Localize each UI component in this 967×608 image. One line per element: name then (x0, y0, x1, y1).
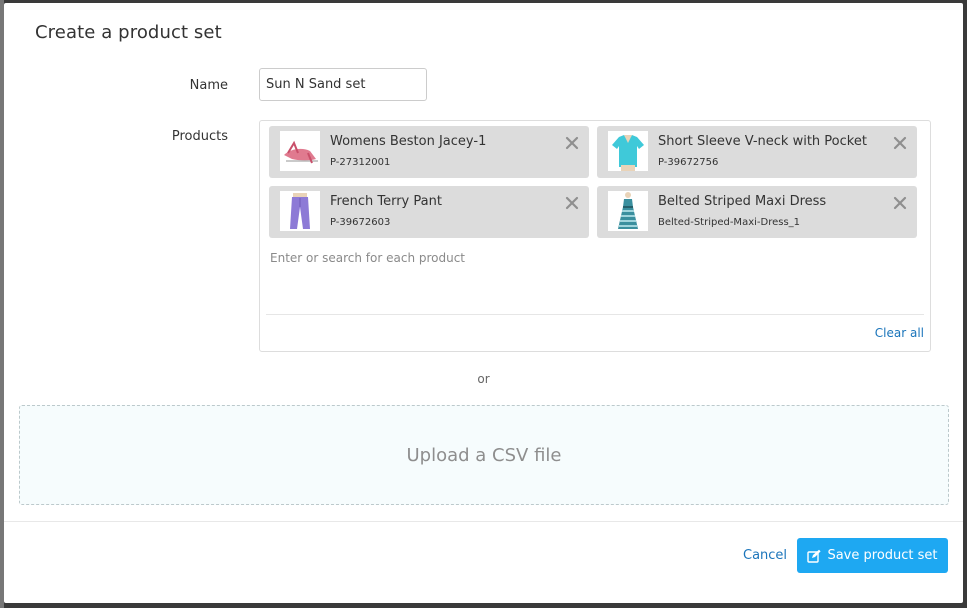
product-sku: P-39672603 (330, 217, 391, 228)
remove-product-icon[interactable] (565, 135, 579, 150)
divider (266, 314, 924, 315)
product-chip: Womens Beston Jacey-1 P-27312001 (269, 126, 589, 178)
save-product-set-button[interactable]: Save product set (797, 538, 948, 573)
save-button-label: Save product set (827, 548, 938, 563)
tshirt-thumbnail (608, 131, 648, 171)
name-label: Name (189, 78, 228, 93)
product-name: French Terry Pant (330, 194, 442, 209)
or-separator: or (477, 372, 490, 386)
name-input[interactable] (259, 68, 427, 101)
dress-thumbnail (608, 191, 648, 231)
cancel-button[interactable]: Cancel (743, 548, 787, 563)
product-search-input[interactable] (270, 247, 670, 269)
sandal-thumbnail (280, 131, 320, 171)
remove-product-icon[interactable] (893, 195, 907, 210)
product-chip: Belted Striped Maxi Dress Belted-Striped… (597, 186, 917, 238)
remove-product-icon[interactable] (565, 195, 579, 210)
pants-thumbnail (280, 191, 320, 231)
products-label: Products (171, 129, 228, 144)
remove-product-icon[interactable] (893, 135, 907, 150)
csv-upload-dropzone[interactable]: Upload a CSV file (19, 405, 949, 505)
dialog-title: Create a product set (35, 22, 222, 43)
products-selector[interactable]: Womens Beston Jacey-1 P-27312001 Short S… (259, 120, 931, 352)
product-sku: P-27312001 (330, 157, 391, 168)
product-name: Belted Striped Maxi Dress (658, 194, 827, 209)
product-name: Short Sleeve V-neck with Pocket (658, 134, 867, 149)
edit-icon (807, 549, 822, 563)
footer-divider (4, 521, 963, 522)
create-product-set-dialog: Create a product set Name Products Women… (4, 3, 963, 603)
product-name: Womens Beston Jacey-1 (330, 134, 487, 149)
product-chip: Short Sleeve V-neck with Pocket P-396727… (597, 126, 917, 178)
product-chip: French Terry Pant P-39672603 (269, 186, 589, 238)
clear-all-link[interactable]: Clear all (875, 326, 924, 340)
upload-label: Upload a CSV file (406, 444, 562, 466)
product-sku: Belted-Striped-Maxi-Dress_1 (658, 217, 801, 228)
product-sku: P-39672756 (658, 157, 719, 168)
